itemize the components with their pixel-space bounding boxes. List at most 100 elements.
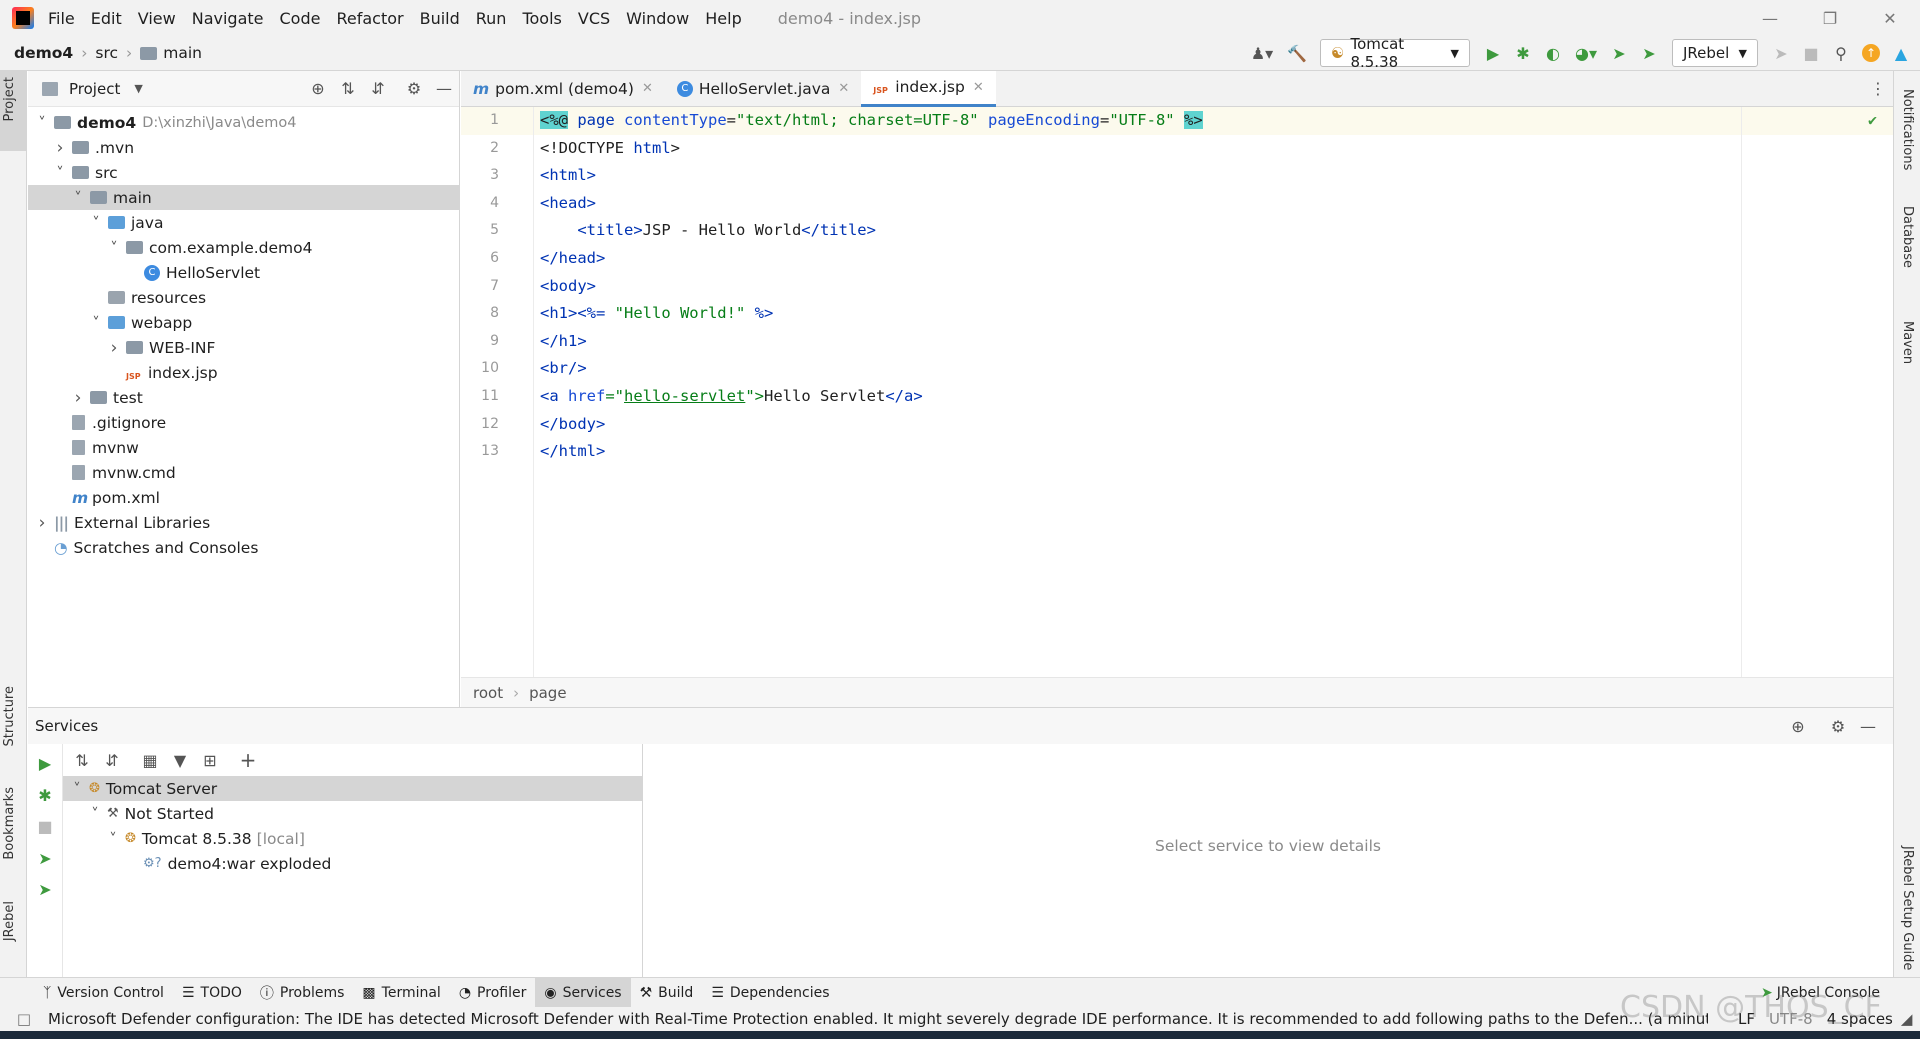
search-icon[interactable]: ⚲ xyxy=(1826,38,1856,68)
tree-item[interactable]: › test xyxy=(28,385,459,410)
code-editor[interactable]: ✔ <%@ page contentType="text/html; chars… xyxy=(534,107,1893,677)
tree-item[interactable]: › ||| External Libraries xyxy=(28,510,459,535)
locate-icon[interactable]: ⊕ xyxy=(303,74,333,104)
file-encoding[interactable]: UTF-8 xyxy=(1769,1010,1813,1028)
menu-refactor[interactable]: Refactor xyxy=(336,9,403,28)
tree-item[interactable]: ˅ main xyxy=(28,185,459,210)
tree-item[interactable]: ˅ demo4 D:\xinzhi\Java\demo4 xyxy=(28,110,459,135)
restore-icon[interactable]: ❐ xyxy=(1800,3,1860,33)
chevron-down-icon[interactable]: ˅ xyxy=(52,164,68,182)
chevron-down-icon[interactable]: ˅ xyxy=(88,214,104,232)
tab-helloservlet-java[interactable]: C HelloServlet.java ✕ xyxy=(665,71,861,107)
locate-icon[interactable]: ⊕ xyxy=(1783,711,1813,741)
crumb-page[interactable]: page xyxy=(529,684,566,702)
service-item[interactable]: ˅ ❂ Tomcat 8.5.38 [local] xyxy=(63,826,642,851)
chevron-down-icon[interactable]: ˅ xyxy=(88,314,104,332)
close-icon[interactable]: ✕ xyxy=(642,81,653,96)
menu-window[interactable]: Window xyxy=(626,9,689,28)
service-item[interactable]: ⚙? demo4:war exploded xyxy=(63,851,642,876)
minimize-icon[interactable]: — xyxy=(1740,3,1800,33)
stop-icon[interactable]: ■ xyxy=(1796,38,1826,68)
more-options-icon[interactable]: ⋮ xyxy=(1863,74,1893,104)
chevron-right-icon[interactable]: › xyxy=(106,338,122,358)
tree-item[interactable]: ˅ src xyxy=(28,160,459,185)
status-message[interactable]: Microsoft Defender configuration: The ID… xyxy=(48,1010,1708,1028)
jrebel-run-icon[interactable]: ➤ xyxy=(1604,38,1634,68)
tab-jrebel[interactable]: JRebel xyxy=(2,901,17,941)
crumb-project[interactable]: demo4 xyxy=(14,44,73,62)
chevron-right-icon[interactable]: › xyxy=(34,513,50,533)
add-icon[interactable]: + xyxy=(233,745,263,775)
menu-file[interactable]: File xyxy=(48,9,75,28)
run-config-select[interactable]: ☯ Tomcat 8.5.38 ▼ xyxy=(1320,35,1470,71)
jrebel-debug-icon[interactable]: ➤ xyxy=(1634,38,1664,68)
debug-icon[interactable]: ✱ xyxy=(30,780,60,810)
chevron-down-icon[interactable]: ▼ xyxy=(134,82,142,95)
tree-item[interactable]: resources xyxy=(28,285,459,310)
indent-setting[interactable]: 4 spaces xyxy=(1827,1010,1893,1028)
chevron-down-icon[interactable]: ˅ xyxy=(87,805,103,823)
tree-item[interactable]: mvnw.cmd xyxy=(28,460,459,485)
jrebel-run-icon[interactable]: ➤ xyxy=(30,843,60,873)
tab-structure[interactable]: Structure xyxy=(2,686,17,746)
close-icon[interactable]: ✕ xyxy=(973,80,984,95)
toolwin-version-control[interactable]: ᛉ Version Control xyxy=(34,978,173,1008)
menu-view[interactable]: View xyxy=(138,9,176,28)
menu-tools[interactable]: Tools xyxy=(522,9,561,28)
group-icon[interactable]: ▦ xyxy=(135,745,165,775)
tree-item[interactable]: ˅ com.example.demo4 xyxy=(28,235,459,260)
filter-icon[interactable]: ▼ xyxy=(165,745,195,775)
lock-icon[interactable]: ◢ xyxy=(1901,1010,1913,1028)
menu-edit[interactable]: Edit xyxy=(91,9,122,28)
chevron-down-icon[interactable]: ˅ xyxy=(106,239,122,257)
expand-all-icon[interactable]: ⇅ xyxy=(67,745,97,775)
tab-notifications[interactable]: Notifications xyxy=(1900,89,1915,170)
debug-icon[interactable]: ✱ xyxy=(1508,38,1538,68)
menu-run[interactable]: Run xyxy=(476,9,507,28)
chevron-down-icon[interactable]: ˅ xyxy=(105,830,121,848)
collapse-all-icon[interactable]: ⇵ xyxy=(97,745,127,775)
chevron-right-icon[interactable]: › xyxy=(52,138,68,158)
tab-jrebel-setup-guide[interactable]: JRebel Setup Guide xyxy=(1900,846,1915,970)
toolwin-build[interactable]: ⚒ Build xyxy=(631,978,703,1008)
tree-item[interactable]: m pom.xml xyxy=(28,485,459,510)
tree-item[interactable]: mvnw xyxy=(28,435,459,460)
toolwin-services[interactable]: ◉ Services xyxy=(535,977,631,1008)
profile-icon[interactable]: ◕▾ xyxy=(1568,38,1604,68)
updates-icon[interactable]: ↑ xyxy=(1856,38,1886,68)
tree-item[interactable]: .gitignore xyxy=(28,410,459,435)
chevron-down-icon[interactable]: ˅ xyxy=(69,780,85,798)
chevron-down-icon[interactable]: ˅ xyxy=(70,189,86,207)
tree-item[interactable]: C HelloServlet xyxy=(28,260,459,285)
tree-item[interactable]: ˅ java xyxy=(28,210,459,235)
stop-icon[interactable]: ■ xyxy=(30,811,60,841)
toolwin-dependencies[interactable]: ☰ Dependencies xyxy=(702,978,838,1008)
crumb-src[interactable]: src xyxy=(95,44,118,62)
menu-build[interactable]: Build xyxy=(420,9,460,28)
jetbrains-logo-icon[interactable]: ▲ xyxy=(1886,38,1916,68)
tab-database[interactable]: Database xyxy=(1900,206,1915,268)
service-item[interactable]: ˅ ❂ Tomcat Server xyxy=(63,776,642,801)
hammer-icon[interactable]: 🔨 xyxy=(1282,38,1312,68)
collapse-all-icon[interactable]: ⇵ xyxy=(363,74,393,104)
menu-navigate[interactable]: Navigate xyxy=(192,9,264,28)
tab-maven[interactable]: Maven xyxy=(1900,321,1915,364)
line-separator[interactable]: LF xyxy=(1738,1010,1755,1028)
tree-item[interactable]: ◔ Scratches and Consoles xyxy=(28,535,459,560)
menu-help[interactable]: Help xyxy=(705,9,741,28)
toolwin-problems[interactable]: ⓘ Problems xyxy=(251,978,354,1008)
jrebel-select[interactable]: JRebel ▼ xyxy=(1672,39,1758,67)
expand-all-icon[interactable]: ⇅ xyxy=(333,74,363,104)
chevron-down-icon[interactable]: ˅ xyxy=(34,114,50,132)
toolwin-todo[interactable]: ☰ TODO xyxy=(173,978,251,1008)
chevron-right-icon[interactable]: › xyxy=(70,388,86,408)
crumb-root[interactable]: root xyxy=(473,684,503,702)
tree-item[interactable]: › .mvn xyxy=(28,135,459,160)
project-view-label[interactable]: Project xyxy=(69,80,120,98)
tab-pom-xml[interactable]: m pom.xml (demo4) ✕ xyxy=(461,71,665,107)
hide-icon[interactable]: — xyxy=(1853,711,1883,741)
close-icon[interactable]: ✕ xyxy=(838,81,849,96)
tree-item[interactable]: › WEB-INF xyxy=(28,335,459,360)
gear-icon[interactable]: ⚙ xyxy=(399,74,429,104)
update-icon[interactable]: ➤ xyxy=(1766,38,1796,68)
